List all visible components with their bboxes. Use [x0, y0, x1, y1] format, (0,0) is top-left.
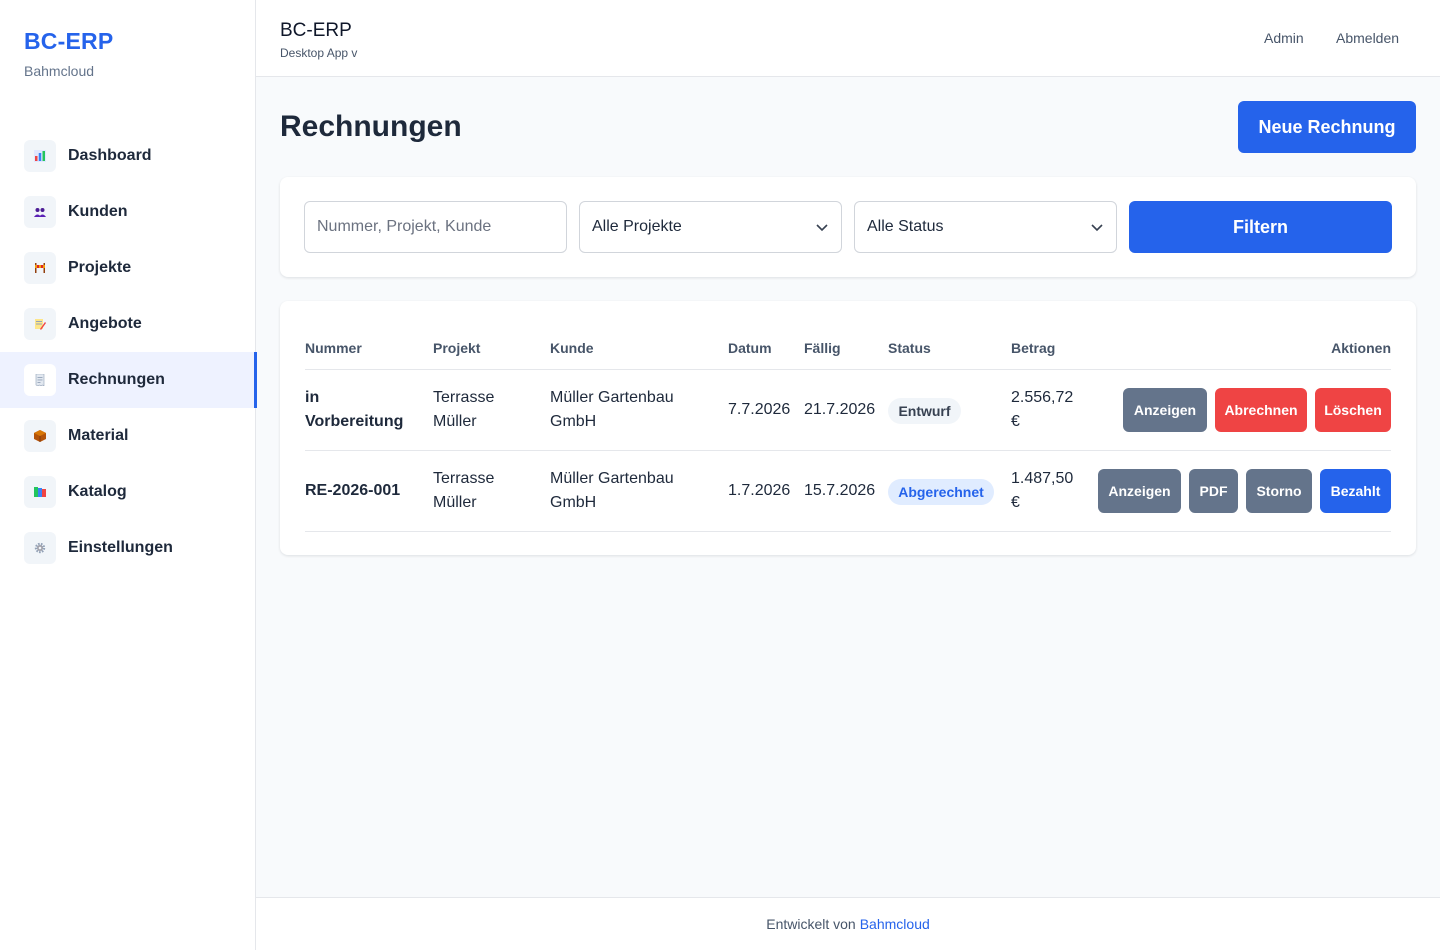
invoice-number: RE-2026-001 — [305, 482, 401, 499]
footer: Entwickelt von Bahmcloud — [256, 897, 1440, 950]
sidebar-item-dashboard[interactable]: Dashboard — [0, 128, 256, 184]
customer-line: GmbH — [550, 494, 597, 511]
project-select[interactable]: Alle Projekte — [579, 201, 842, 253]
bill-button[interactable]: Abrechnen — [1215, 388, 1307, 432]
table-header: Nummer Projekt Kunde Datum Fällig Status… — [305, 301, 1391, 370]
project-line: Müller — [433, 413, 477, 430]
invoice-due-date: 21.7.2026 — [804, 401, 876, 418]
chevron-down-icon — [1091, 224, 1103, 232]
column-header-datum[interactable]: Datum — [728, 340, 772, 356]
sidebar-item-label: Projekte — [68, 259, 132, 276]
column-header-status[interactable]: Status — [888, 340, 931, 356]
status-select-value: Alle Status — [867, 218, 944, 235]
sidebar-item-label: Material — [68, 427, 129, 444]
receipt-icon — [24, 364, 56, 396]
amount-line: 1.487,50 — [1011, 470, 1074, 487]
chevron-down-icon — [816, 224, 828, 232]
invoice-due-date: 15.7.2026 — [804, 482, 876, 499]
customer-line: Müller Gartenbau — [550, 470, 674, 487]
sidebar-item-label: Dashboard — [68, 147, 152, 164]
cancel-invoice-button[interactable]: Storno — [1246, 469, 1312, 513]
column-header-kunde[interactable]: Kunde — [550, 340, 594, 356]
column-header-faellig[interactable]: Fällig — [804, 340, 841, 356]
brand-title: BC-ERP — [24, 28, 114, 54]
project-line: Terrasse — [433, 389, 495, 406]
view-button[interactable]: Anzeigen — [1123, 388, 1207, 432]
table-row: in Vorbereitung Terrasse Müller Müller G… — [305, 370, 1391, 451]
invoice-number-line: Vorbereitung — [305, 413, 404, 430]
logout-link[interactable]: Abmelden — [1336, 30, 1399, 46]
amount-line: € — [1011, 494, 1020, 511]
pdf-button[interactable]: PDF — [1189, 469, 1238, 513]
customer-line: GmbH — [550, 413, 597, 430]
sidebar-item-label: Einstellungen — [68, 539, 173, 556]
column-header-projekt[interactable]: Projekt — [433, 340, 480, 356]
new-invoice-button[interactable]: Neue Rechnung — [1238, 101, 1416, 153]
view-button[interactable]: Anzeigen — [1098, 469, 1181, 513]
invoice-number-line: in — [305, 389, 320, 406]
footer-link[interactable]: Bahmcloud — [860, 916, 930, 932]
invoice-amount: 2.556,72 € — [1011, 386, 1073, 434]
customer-line: Müller Gartenbau — [550, 389, 674, 406]
brand-subtitle: Bahmcloud — [24, 63, 95, 79]
column-header-aktionen: Aktionen — [1331, 340, 1391, 356]
users-icon — [24, 196, 56, 228]
admin-link[interactable]: Admin — [1264, 30, 1304, 46]
sidebar-item-einstellungen[interactable]: Einstellungen — [0, 520, 256, 576]
app-title: BC-ERP — [280, 20, 352, 41]
invoice-project: Terrasse Müller — [433, 467, 494, 515]
amount-line: 2.556,72 — [1011, 389, 1074, 406]
construction-icon — [24, 252, 56, 284]
sidebar-item-material[interactable]: Material — [0, 408, 256, 464]
brand: BC-ERP Bahmcloud — [24, 28, 113, 79]
status-badge: Abgerechnet — [888, 479, 994, 505]
filter-card: Alle Projekte Alle Status Filtern — [280, 177, 1416, 277]
invoice-date: 7.7.2026 — [728, 401, 791, 418]
memo-icon — [24, 308, 56, 340]
invoice-customer: Müller Gartenbau GmbH — [550, 386, 674, 434]
search-input[interactable] — [304, 201, 567, 253]
invoice-table: Nummer Projekt Kunde Datum Fällig Status… — [280, 301, 1416, 555]
column-header-nummer[interactable]: Nummer — [305, 340, 362, 356]
sidebar-item-kunden[interactable]: Kunden — [0, 184, 256, 240]
top-bar: BC-ERP Desktop App v Admin Abmelden — [256, 0, 1440, 77]
sidebar-item-label: Angebote — [68, 315, 142, 332]
status-badge: Entwurf — [888, 398, 961, 424]
sidebar-nav: Dashboard Kunden Projekte Angebote Rechn… — [0, 128, 257, 576]
bar-chart-icon — [24, 140, 56, 172]
filter-button[interactable]: Filtern — [1129, 201, 1392, 253]
status-select[interactable]: Alle Status — [854, 201, 1117, 253]
invoice-number: in Vorbereitung — [305, 386, 403, 434]
books-icon — [24, 476, 56, 508]
column-header-betrag[interactable]: Betrag — [1011, 340, 1055, 356]
sidebar-item-label: Rechnungen — [68, 371, 165, 388]
invoice-project: Terrasse Müller — [433, 386, 494, 434]
table-row: RE-2026-001 Terrasse Müller Müller Garte… — [305, 451, 1391, 532]
amount-line: € — [1011, 413, 1020, 430]
sidebar-item-katalog[interactable]: Katalog — [0, 464, 256, 520]
app-version: Desktop App v — [280, 46, 358, 60]
invoice-date: 1.7.2026 — [728, 482, 791, 499]
package-icon — [24, 420, 56, 452]
sidebar-item-angebote[interactable]: Angebote — [0, 296, 256, 352]
invoice-customer: Müller Gartenbau GmbH — [550, 467, 674, 515]
sidebar-item-label: Katalog — [68, 483, 127, 500]
page-title: Rechnungen — [280, 110, 462, 143]
delete-button[interactable]: Löschen — [1315, 388, 1391, 432]
gear-icon — [24, 532, 56, 564]
sidebar-item-rechnungen[interactable]: Rechnungen — [0, 352, 257, 408]
project-line: Müller — [433, 494, 477, 511]
sidebar-item-label: Kunden — [68, 203, 128, 220]
project-select-value: Alle Projekte — [592, 218, 682, 235]
invoice-amount: 1.487,50 € — [1011, 467, 1073, 515]
project-line: Terrasse — [433, 470, 495, 487]
footer-text: Entwickelt von — [766, 916, 856, 932]
sidebar-item-projekte[interactable]: Projekte — [0, 240, 256, 296]
sidebar: BC-ERP Bahmcloud Dashboard Kunden Projek… — [0, 0, 257, 950]
mark-paid-button[interactable]: Bezahlt — [1320, 469, 1391, 513]
